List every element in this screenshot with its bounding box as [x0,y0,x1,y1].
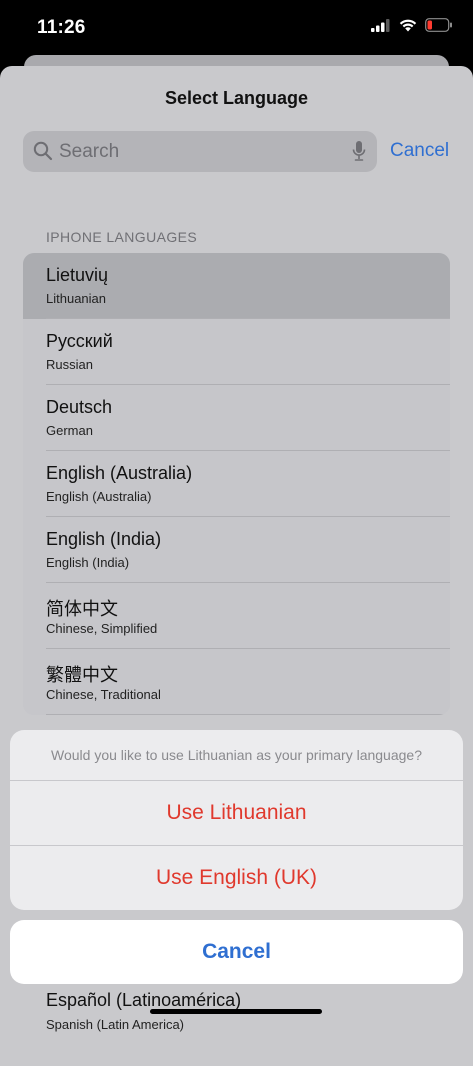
language-row-chinese-traditional[interactable]: 繁體中文 Chinese, Traditional [23,649,450,715]
status-bar: 11:26 [0,0,473,60]
language-row-chinese-simplified[interactable]: 简体中文 Chinese, Simplified [23,583,450,649]
language-native-name: English (Australia) [46,463,193,483]
microphone-icon[interactable] [351,140,367,162]
status-time: 11:26 [37,17,86,38]
select-language-sheet: Select Language Search Cancel IPHONE LAN… [0,66,473,1066]
sheet-title: Select Language [164,88,309,108]
use-lithuanian-button[interactable]: Use Lithuanian [10,780,463,845]
language-english-name: Chinese, Simplified [46,621,158,636]
language-english-name: German [46,423,93,438]
home-indicator [150,1009,322,1014]
language-native-name: Lietuvių [46,265,109,285]
section-header: IPHONE LANGUAGES [46,229,198,245]
language-english-name: English (Australia) [46,489,152,504]
language-row-english-australia[interactable]: English (Australia) English (Australia) [23,451,450,517]
language-native-name: Русский [46,331,113,351]
language-native-name-partial: Español (Latinoamérica) [46,990,242,1010]
search-cancel-button[interactable]: Cancel [390,140,449,162]
language-native-name: 繁體中文 [46,665,118,685]
divider [46,714,450,715]
action-sheet-message: Would you like to use Lithuanian as your… [51,747,422,763]
language-row-russian[interactable]: Русский Russian [23,319,450,385]
language-native-name: Deutsch [46,397,113,417]
language-english-name: Lithuanian [46,291,106,306]
language-native-name: English (India) [46,529,162,549]
search-icon [33,141,53,161]
language-native-name: 简体中文 [46,599,118,619]
language-english-name: English (India) [46,555,130,570]
language-english-name: Chinese, Traditional [46,687,161,702]
confirm-language-action-sheet: Would you like to use Lithuanian as your… [10,730,463,910]
action-sheet-cancel-button[interactable]: Cancel [10,920,463,984]
language-row-german[interactable]: Deutsch German [23,385,450,451]
language-english-name-partial: Spanish (Latin America) [46,1017,185,1032]
search-placeholder: Search [59,141,120,162]
status-icons [371,18,453,32]
wifi-icon [399,19,417,31]
cellular-signal-icon [371,18,390,32]
language-english-name: Russian [46,357,93,372]
language-row-lithuanian[interactable]: Lietuvių Lithuanian [23,253,450,319]
use-english-uk-button[interactable]: Use English (UK) [10,845,463,910]
language-row-english-india[interactable]: English (India) English (India) [23,517,450,583]
language-list: Lietuvių Lithuanian Русский Russian Deut… [23,253,450,715]
battery-low-icon [425,18,452,32]
search-input[interactable]: Search [23,131,377,172]
